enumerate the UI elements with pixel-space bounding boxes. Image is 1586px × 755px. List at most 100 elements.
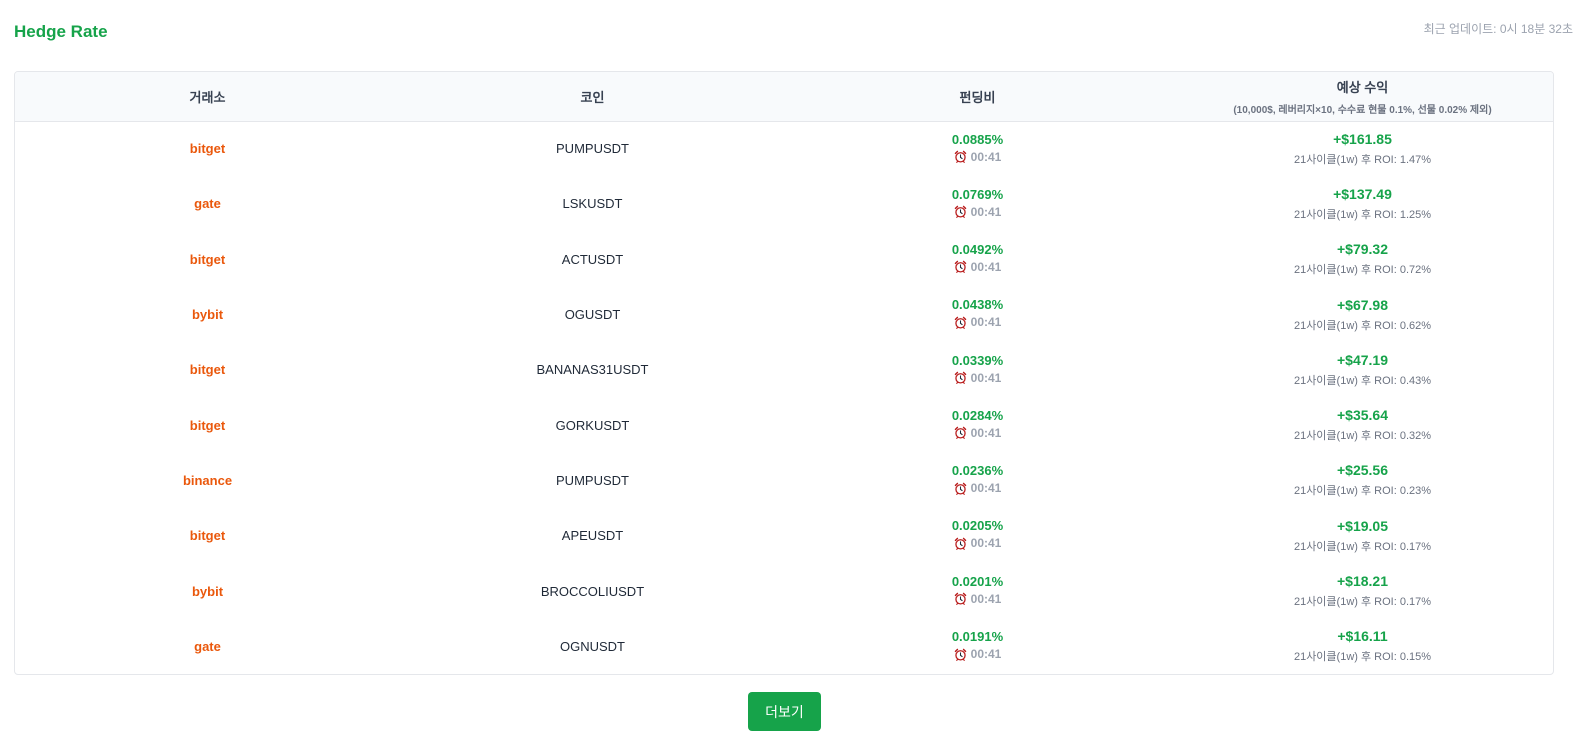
funding-timer: 00:41 bbox=[954, 425, 1002, 440]
profit-cell: +$25.56 21사이클(1w) 후 ROI: 0.23% bbox=[1170, 453, 1553, 508]
funding-timer-text: 00:41 bbox=[970, 536, 1002, 551]
exchange-name: bitget bbox=[189, 141, 226, 157]
table-row: bitget ACTUSDT 0.0492% 00:41 +$79.32 21사… bbox=[15, 232, 1553, 287]
coin-cell: OGNUSDT bbox=[400, 619, 785, 674]
profit-cell: +$19.05 21사이클(1w) 후 ROI: 0.17% bbox=[1170, 508, 1553, 563]
exchange-cell: bitget bbox=[15, 232, 400, 287]
funding-rate: 0.0284% bbox=[951, 407, 1004, 423]
table-row: bitget GORKUSDT 0.0284% 00:41 +$35.64 21… bbox=[15, 397, 1553, 452]
funding-timer-text: 00:41 bbox=[970, 425, 1002, 440]
profit-cell: +$18.21 21사이클(1w) 후 ROI: 0.17% bbox=[1170, 563, 1553, 618]
funding-timer-text: 00:41 bbox=[970, 370, 1002, 385]
expected-profit: +$67.98 bbox=[1337, 296, 1388, 313]
table-header-row: 거래소 코인 펀딩비 예상 수익 (10,000$, 레버리지×10, 수수료 … bbox=[15, 72, 1553, 121]
alarm-clock-icon bbox=[954, 648, 966, 661]
exchange-name: bybit bbox=[191, 307, 224, 323]
expected-profit: +$137.49 bbox=[1333, 185, 1392, 202]
coin-symbol: BROCCOLIUSDT bbox=[540, 583, 645, 599]
exchange-cell: bitget bbox=[15, 342, 400, 397]
profit-cell: +$79.32 21사이클(1w) 후 ROI: 0.72% bbox=[1170, 232, 1553, 287]
alarm-clock-icon bbox=[954, 371, 966, 384]
funding-rate: 0.0339% bbox=[951, 352, 1004, 368]
roi-text: 21사이클(1w) 후 ROI: 1.47% bbox=[1293, 153, 1432, 166]
expected-profit: +$35.64 bbox=[1337, 407, 1388, 424]
table-row: gate LSKUSDT 0.0769% 00:41 +$137.49 21사이… bbox=[15, 176, 1553, 231]
coin-symbol: GORKUSDT bbox=[555, 417, 630, 433]
coin-cell: PUMPUSDT bbox=[400, 453, 785, 508]
exchange-cell: gate bbox=[15, 176, 400, 231]
column-header-profit-label: 예상 수익 bbox=[1336, 79, 1389, 95]
exchange-name: bitget bbox=[189, 362, 226, 378]
coin-symbol: BANANAS31USDT bbox=[536, 362, 649, 378]
roi-text: 21사이클(1w) 후 ROI: 0.23% bbox=[1293, 485, 1432, 498]
exchange-name: bitget bbox=[189, 528, 226, 544]
expected-profit: +$79.32 bbox=[1337, 241, 1388, 258]
expected-profit: +$18.21 bbox=[1337, 573, 1388, 590]
funding-cell: 0.0885% 00:41 bbox=[785, 121, 1170, 176]
funding-timer-text: 00:41 bbox=[970, 481, 1002, 496]
coin-cell: ACTUSDT bbox=[400, 232, 785, 287]
expected-profit: +$16.11 bbox=[1337, 628, 1388, 645]
exchange-cell: bybit bbox=[15, 563, 400, 618]
funding-cell: 0.0284% 00:41 bbox=[785, 397, 1170, 452]
exchange-name: binance bbox=[182, 472, 233, 488]
funding-timer: 00:41 bbox=[954, 315, 1002, 330]
column-header-coin: 코인 bbox=[580, 89, 605, 105]
profit-cell: +$35.64 21사이클(1w) 후 ROI: 0.32% bbox=[1170, 397, 1553, 452]
table-row: bybit OGUSDT 0.0438% 00:41 +$67.98 21사이클… bbox=[15, 287, 1553, 342]
funding-timer-text: 00:41 bbox=[970, 591, 1002, 606]
funding-timer: 00:41 bbox=[954, 481, 1002, 496]
exchange-cell: bybit bbox=[15, 287, 400, 342]
coin-cell: OGUSDT bbox=[400, 287, 785, 342]
roi-text: 21사이클(1w) 후 ROI: 0.17% bbox=[1293, 596, 1432, 609]
exchange-cell: bitget bbox=[15, 508, 400, 563]
funding-cell: 0.0201% 00:41 bbox=[785, 563, 1170, 618]
funding-timer: 00:41 bbox=[954, 591, 1002, 606]
funding-timer-text: 00:41 bbox=[970, 315, 1002, 330]
exchange-cell: bitget bbox=[15, 121, 400, 176]
coin-cell: PUMPUSDT bbox=[400, 121, 785, 176]
table-row: bybit BROCCOLIUSDT 0.0201% 00:41 +$18.21… bbox=[15, 563, 1553, 618]
page-title: Hedge Rate bbox=[14, 22, 108, 41]
page-header: Hedge Rate 최근 업데이트: 0시 18분 32초 bbox=[14, 20, 1573, 48]
exchange-name: bitget bbox=[189, 417, 226, 433]
coin-symbol: APEUSDT bbox=[561, 528, 624, 544]
table-row: bitget BANANAS31USDT 0.0339% 00:41 +$47.… bbox=[15, 342, 1553, 397]
funding-rate: 0.0438% bbox=[951, 297, 1004, 313]
more-button[interactable]: 더보기 bbox=[748, 692, 821, 731]
funding-cell: 0.0236% 00:41 bbox=[785, 453, 1170, 508]
exchange-cell: gate bbox=[15, 619, 400, 674]
hedge-rate-table: 거래소 코인 펀딩비 예상 수익 (10,000$, 레버리지×10, 수수료 … bbox=[14, 71, 1554, 675]
funding-cell: 0.0339% 00:41 bbox=[785, 342, 1170, 397]
coin-cell: GORKUSDT bbox=[400, 397, 785, 452]
alarm-clock-icon bbox=[954, 205, 966, 219]
roi-text: 21사이클(1w) 후 ROI: 0.43% bbox=[1293, 374, 1432, 387]
last-update-text: 최근 업데이트: 0시 18분 32초 bbox=[1423, 22, 1573, 36]
funding-timer: 00:41 bbox=[954, 647, 1002, 662]
exchange-name: bybit bbox=[191, 583, 224, 599]
funding-rate: 0.0191% bbox=[951, 629, 1004, 645]
table-row: binance PUMPUSDT 0.0236% 00:41 +$25.56 2… bbox=[15, 453, 1553, 508]
coin-symbol: PUMPUSDT bbox=[556, 472, 629, 488]
coin-symbol: OGNUSDT bbox=[560, 638, 625, 654]
profit-cell: +$161.85 21사이클(1w) 후 ROI: 1.47% bbox=[1170, 121, 1553, 176]
funding-timer-text: 00:41 bbox=[970, 149, 1002, 164]
roi-text: 21사이클(1w) 후 ROI: 0.32% bbox=[1293, 430, 1432, 443]
column-header-profit: 예상 수익 (10,000$, 레버리지×10, 수수료 현물 0.1%, 선물… bbox=[1170, 72, 1553, 121]
alarm-clock-icon bbox=[954, 482, 966, 495]
funding-cell: 0.0438% 00:41 bbox=[785, 287, 1170, 342]
exchange-name: bitget bbox=[189, 251, 226, 267]
roi-text: 21사이클(1w) 후 ROI: 1.25% bbox=[1293, 208, 1432, 221]
funding-timer: 00:41 bbox=[954, 370, 1002, 385]
funding-cell: 0.0191% 00:41 bbox=[785, 619, 1170, 674]
column-header-profit-note: (10,000$, 레버리지×10, 수수료 현물 0.1%, 선물 0.02%… bbox=[1233, 104, 1492, 116]
expected-profit: +$47.19 bbox=[1337, 351, 1388, 368]
funding-timer-text: 00:41 bbox=[970, 647, 1002, 662]
table-row: bitget APEUSDT 0.0205% 00:41 +$19.05 21사… bbox=[15, 508, 1553, 563]
table-row: bitget PUMPUSDT 0.0885% 00:41 +$161.85 2… bbox=[15, 121, 1553, 176]
roi-text: 21사이클(1w) 후 ROI: 0.72% bbox=[1293, 264, 1432, 277]
alarm-clock-icon bbox=[954, 592, 966, 606]
funding-rate: 0.0201% bbox=[951, 573, 1004, 589]
coin-symbol: ACTUSDT bbox=[561, 251, 624, 267]
expected-profit: +$161.85 bbox=[1333, 130, 1392, 147]
